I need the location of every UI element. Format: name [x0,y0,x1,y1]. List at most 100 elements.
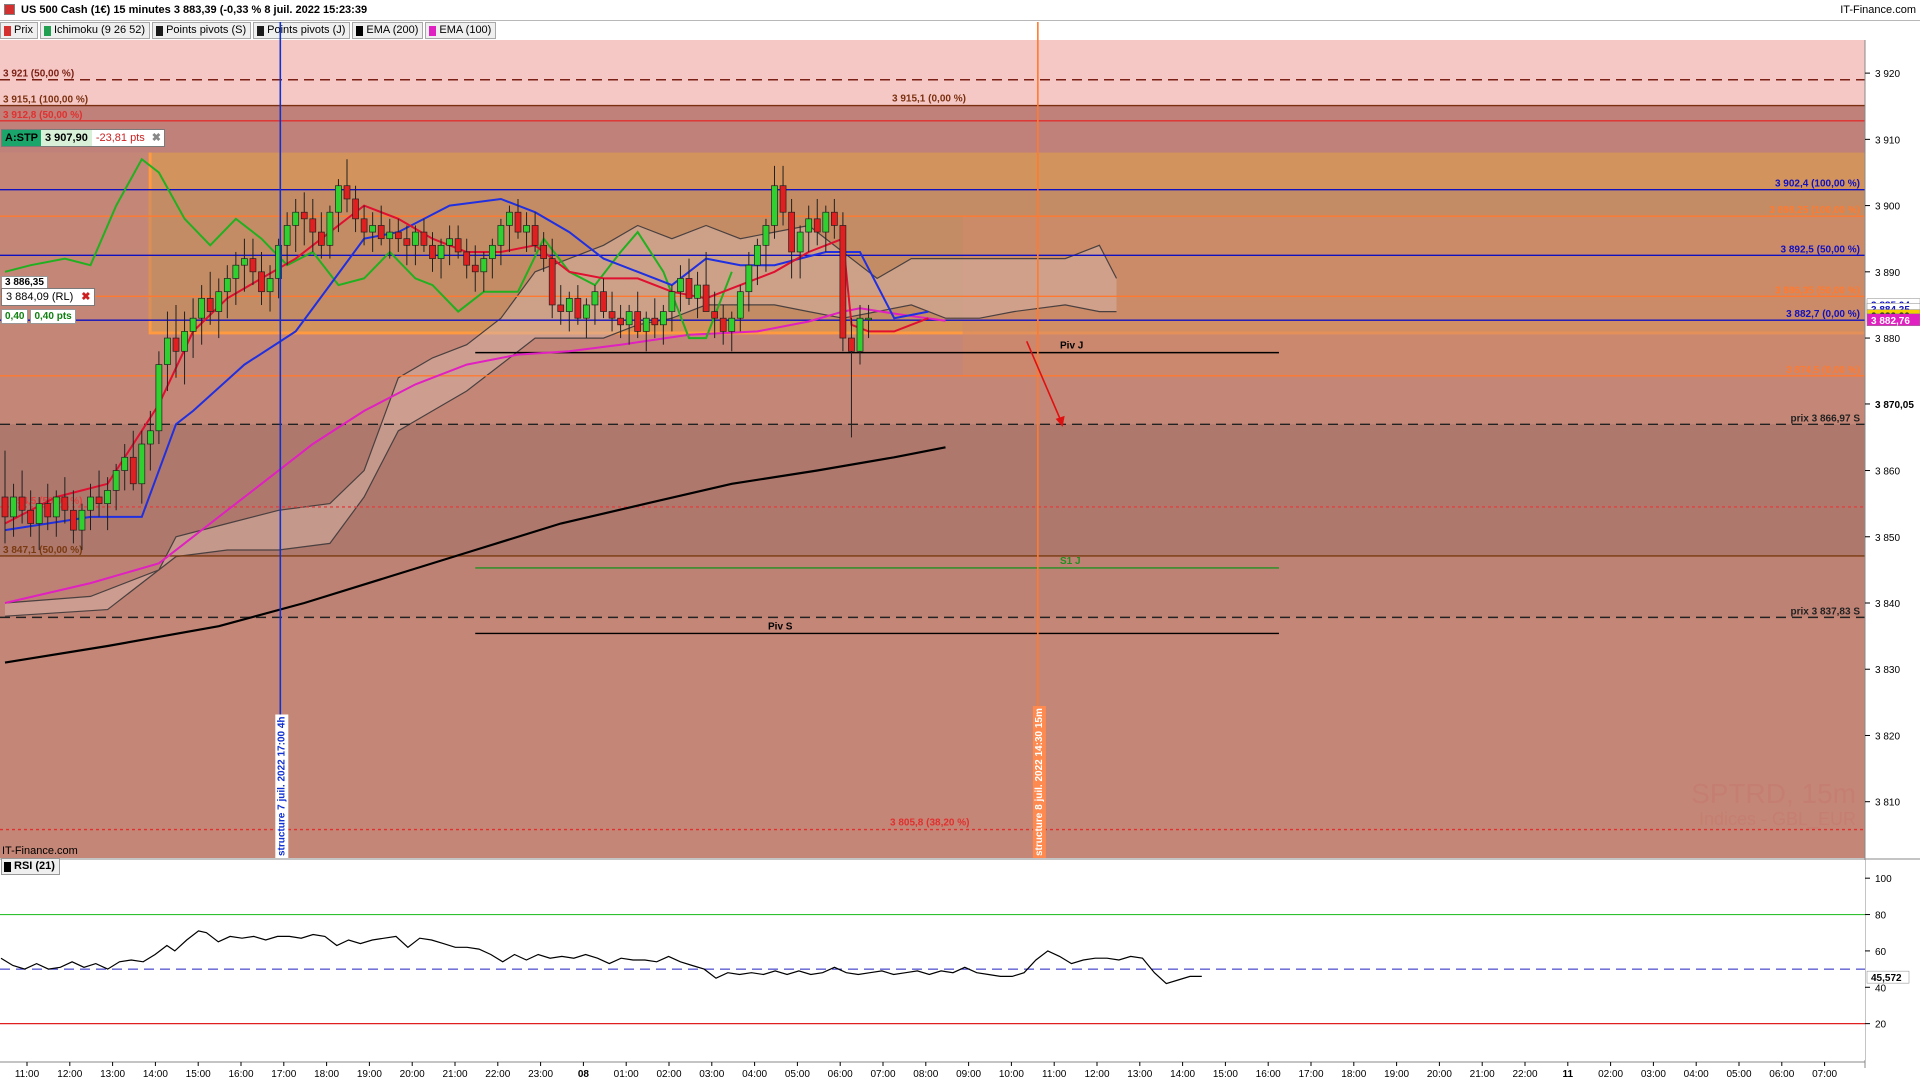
x-tick-label: 07:00 [1812,1069,1837,1080]
candle-body [164,337,171,365]
candle-body [10,496,17,518]
candle-body [1,496,9,518]
level-mid-piv-s: Piv S [768,621,793,632]
zone-lower2 [0,555,1865,618]
y-tick-label: 3 880 [1875,334,1900,345]
rsi-line [0,930,1202,985]
zone-lower [0,424,1865,556]
candle-body [796,231,804,253]
level-mid-s1-j: S1 J [1060,556,1081,567]
level-right-fib-3892: 3 892,5 (50,00 %) [1781,244,1861,255]
candle-body [591,291,599,306]
swatch-icon [156,25,164,36]
candle-body [155,364,163,432]
candle-body [506,211,513,226]
tag-last: 3 883,39 [1871,312,1910,323]
tag-last-bg [1866,309,1920,322]
candle-body [437,244,445,259]
candle-body [454,238,462,253]
candle-body [642,317,650,332]
x-tick-label: 13:00 [1127,1069,1152,1080]
x-tick-label: 20:00 [1427,1069,1452,1080]
candle-body [617,317,624,326]
title-bar: US 500 Cash (1€) 15 minutes 3 883,39 (-0… [0,0,1920,21]
rsi-last-value: 45,572 [1871,973,1902,984]
senkou-span-b [4,304,1117,617]
rsi-legend-tab[interactable]: RSI (21) [1,858,60,875]
candle-body [104,490,111,504]
candle-body [386,231,394,240]
candle-body [121,456,129,471]
close-icon[interactable]: ✖ [77,289,94,305]
candle-body [531,225,539,246]
candle-body [275,244,282,279]
tag-3884: 3 884,35 [1871,305,1910,316]
candle-body [215,291,223,312]
swatch-icon [429,25,437,36]
candle-body [343,185,351,200]
level-label-fib-3912: 3 912,8 (50,00 %) [3,110,83,121]
candle-body [249,258,257,273]
rsi-tick-label: 60 [1875,947,1887,958]
candle-body [326,211,334,246]
candle-body [318,231,325,246]
swatch-icon [4,25,11,36]
candle-body [360,218,368,233]
y-tick-label: 3 910 [1875,135,1900,146]
x-tick-label: 18:00 [1341,1069,1366,1080]
x-tick-label: 11:00 [15,1069,40,1080]
level-label-fib-3854: 3 854,5 (50,00 %) [3,496,83,507]
candle-body [762,225,770,246]
rsi-panel [0,860,1865,1060]
level-right-fib-3882: 3 882,7 (0,00 %) [1786,309,1860,320]
x-tick-label: 08:00 [913,1069,938,1080]
ichimoku-cloud [5,225,1117,617]
legend-tab-ichimoku[interactable]: Ichimoku (9 26 52) [39,22,151,39]
candle-body [856,317,864,352]
x-tick-label: 02:00 [1598,1069,1623,1080]
candle-body [711,311,719,319]
candle-body [805,218,813,233]
candle-body [61,496,69,511]
arrow-head-icon [1055,415,1065,427]
close-icon[interactable]: ✖ [149,130,164,146]
stop-points: -23,81 pts [95,132,145,144]
zone-structure [148,189,1865,321]
candle-body [198,297,205,319]
y-tick-label: 3 890 [1875,268,1900,279]
candle-body [420,231,428,246]
y-tick-label: 3 850 [1875,533,1900,544]
legend-tab-pivots-s[interactable]: Points pivots (S) [152,22,252,39]
x-tick-label: 15:00 [1213,1069,1238,1080]
rsi-tick-label: 100 [1875,874,1892,885]
candle-body [352,198,359,220]
candle-body [677,278,684,293]
x-tick-label: 18:00 [314,1069,339,1080]
zone-orange-edge [148,331,1865,335]
y-tick-label: 3 810 [1875,798,1900,809]
candle-body [574,297,582,319]
stop-order-badge[interactable]: A:STP 3 907,90 -23,81 pts ✖ [1,129,165,147]
spread-badges: 0,40 0,40 pts [1,309,76,324]
candle-body [18,496,26,511]
price-chart[interactable]: 3 921 (50,00 %) 3 915,1 (100,00 %) 3 915,1… [0,0,1920,1080]
candle-body [548,258,556,306]
rl-order-badge[interactable]: 3 884,09 (RL) ✖ [1,288,96,306]
candle-body [335,185,342,213]
brand-label: IT-Finance.com [1840,4,1916,16]
candle-body [44,503,52,518]
candle-body [694,284,701,299]
candle-body [668,291,676,312]
swatch-icon [4,861,11,872]
legend-tab-ema200[interactable]: EMA (200) [352,22,424,39]
x-tick-label: 20:00 [400,1069,425,1080]
x-tick-label: 14:00 [143,1069,168,1080]
x-tick-label: 19:00 [1384,1069,1409,1080]
legend-tab-ema100[interactable]: EMA (100) [425,22,497,39]
legend-tab-prix[interactable]: Prix [0,22,38,39]
legend-tab-pivots-j[interactable]: Points pivots (J) [253,22,351,39]
candle-body [839,225,847,339]
candle-body [497,225,505,246]
level-right-fib-3874: 3 874,5 (0,00 %) [1786,365,1860,376]
spread-a: 0,40 [1,309,29,324]
